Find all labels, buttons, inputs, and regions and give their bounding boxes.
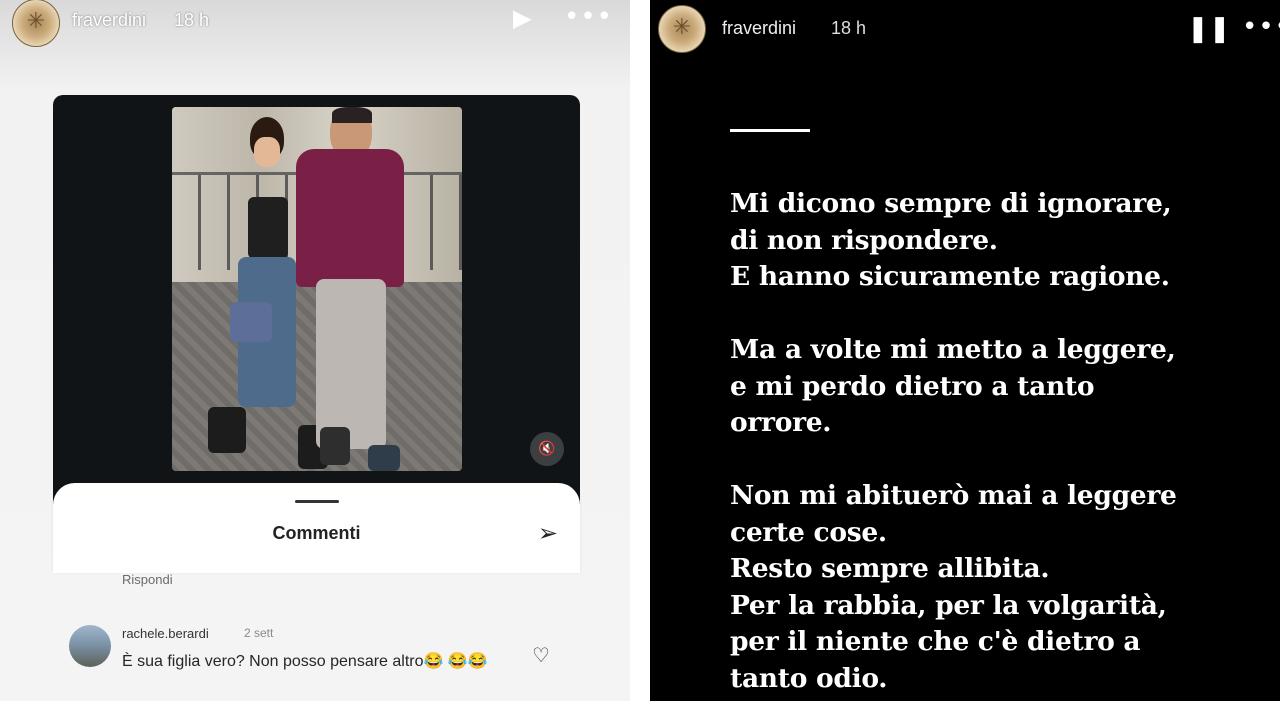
avatar[interactable] xyxy=(12,0,60,47)
username[interactable]: fraverdini xyxy=(722,18,796,39)
heart-icon[interactable]: ♡ xyxy=(532,643,550,667)
sheet-handle[interactable] xyxy=(295,500,339,503)
story-paragraph: Ma a volte mi metto a leggere, e mi perd… xyxy=(730,334,1176,438)
story-paragraph: Non mi abituerò mai a leggere certe cose… xyxy=(730,480,1177,694)
play-icon[interactable]: ▶ xyxy=(513,4,531,32)
text-divider-bar xyxy=(730,129,810,132)
comment-text: È sua figlia vero? Non posso pensare alt… xyxy=(122,653,488,670)
comment-age: 2 sett xyxy=(244,626,274,640)
story-header: fraverdini 18 h ❚❚ ••• xyxy=(650,0,1280,53)
username[interactable]: fraverdini xyxy=(72,10,146,31)
story-paragraph: Mi dicono sempre di ignorare, di non ris… xyxy=(730,188,1172,292)
divider xyxy=(630,0,650,701)
reply-button[interactable]: Rispondi xyxy=(122,572,173,587)
left-story-panel: fraverdini 18 h ▶ ••• 🔇 Commenti ➢ Rispo… xyxy=(0,0,630,701)
send-icon[interactable]: ➢ xyxy=(538,519,558,547)
comment-username[interactable]: rachele.berardi xyxy=(122,626,209,641)
commenter-avatar[interactable] xyxy=(69,625,111,667)
avatar[interactable] xyxy=(658,5,706,53)
comments-sheet: Commenti ➢ xyxy=(53,483,580,573)
mute-icon[interactable]: 🔇 xyxy=(530,432,564,466)
right-story-panel: fraverdini 18 h ❚❚ ••• Mi dicono sempre … xyxy=(650,0,1280,701)
sheet-title: Commenti xyxy=(272,523,361,543)
more-icon[interactable]: ••• xyxy=(1242,12,1280,42)
pause-icon[interactable]: ❚❚ xyxy=(1187,14,1231,44)
more-icon[interactable]: ••• xyxy=(564,2,613,32)
timestamp: 18 h xyxy=(174,10,210,30)
story-header: fraverdini 18 h ▶ ••• xyxy=(0,0,630,47)
story-text: Mi dicono sempre di ignorare, di non ris… xyxy=(730,186,1250,701)
post-photo[interactable] xyxy=(172,107,462,471)
timestamp: 18 h xyxy=(831,18,867,38)
